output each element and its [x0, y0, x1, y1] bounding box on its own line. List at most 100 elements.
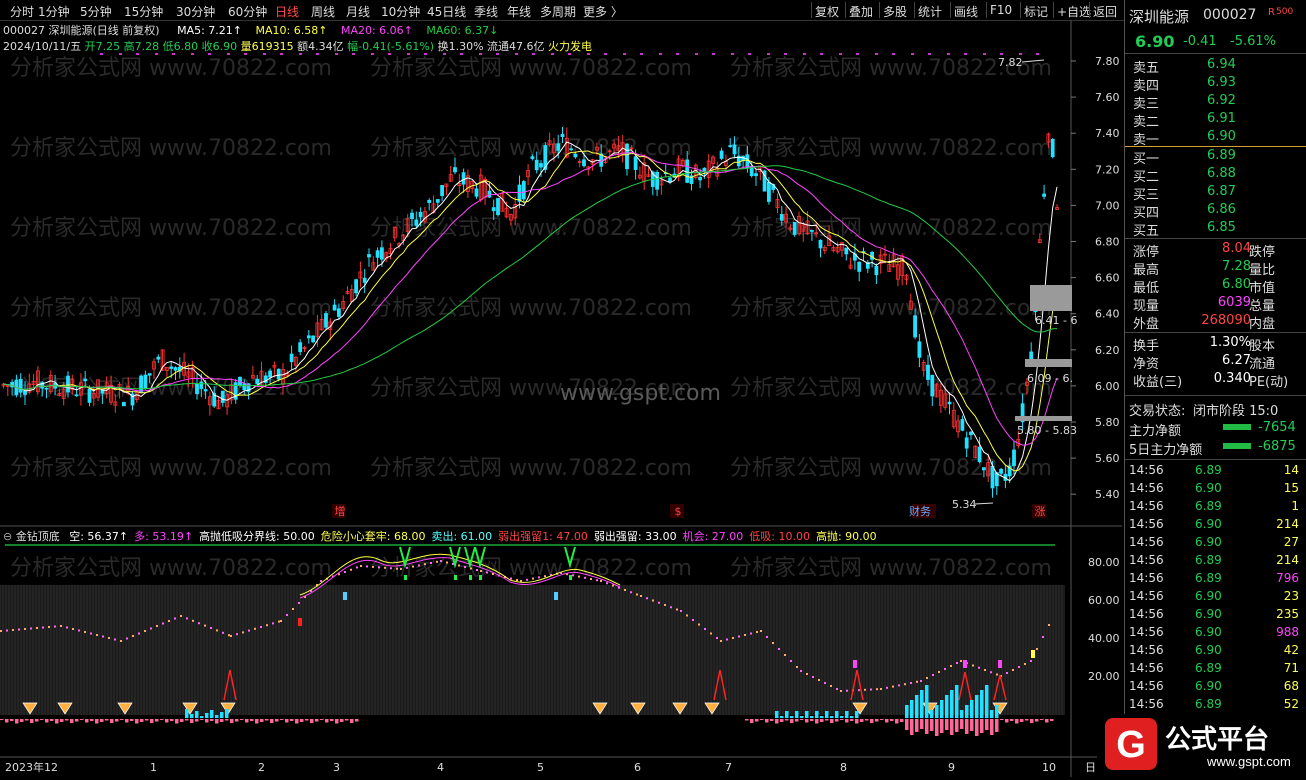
indicator-dot [880, 688, 882, 690]
period-tab[interactable]: 更多 〉 [583, 3, 623, 20]
negative-bar [165, 719, 169, 723]
candle-body [917, 341, 922, 358]
candle-body [810, 230, 814, 232]
indicator-dot [836, 688, 838, 690]
bid-row[interactable]: 买一 6.89 [1125, 147, 1306, 167]
period-tab[interactable]: 30分钟 [176, 3, 215, 20]
indicator-dot [760, 630, 762, 632]
candle-body [767, 181, 771, 202]
tick-volume: 27 [1283, 535, 1299, 549]
period-tab[interactable]: 季线 [474, 3, 498, 20]
period-tab[interactable]: 60分钟 [228, 3, 267, 20]
ask-row[interactable]: 卖四 6.93 [1125, 74, 1306, 94]
toolbar-button[interactable]: 返回 [1093, 3, 1117, 20]
candle-body [139, 375, 144, 393]
indicator-bar [830, 716, 834, 718]
negative-bar [280, 719, 284, 720]
toolbar-button[interactable]: +自选 [1057, 3, 1091, 20]
tick-time: 14:56 [1129, 607, 1164, 621]
tick-price: 6.90 [1195, 481, 1222, 495]
toolbar-button[interactable]: 复权 [815, 3, 839, 20]
negative-bar [950, 719, 954, 735]
negative-bar [870, 719, 874, 723]
indicator-bar [925, 685, 929, 718]
candle-body [220, 390, 225, 403]
period-tab[interactable]: 10分钟 [381, 3, 420, 20]
negative-bar [60, 719, 64, 722]
period-tab[interactable]: 15分钟 [124, 3, 163, 20]
kline-chart[interactable]: 分析家公式网 www.70822.com 分析家公式网 www.70822.com… [0, 20, 1122, 777]
ma10-value: MA10: 6.58↑ [255, 24, 328, 37]
toolbar-button[interactable]: 多股 [883, 3, 907, 20]
stat-row: 换手 1.30% 股本 [1125, 334, 1306, 354]
bid-row[interactable]: 买三 6.87 [1125, 183, 1306, 203]
toolbar-button[interactable]: F10 [990, 3, 1012, 17]
period-tab[interactable]: 多周期 [540, 3, 576, 20]
period-tab[interactable]: 5分钟 [80, 3, 112, 20]
indicator-dot [1036, 648, 1038, 650]
ask-row[interactable]: 卖五 6.94 [1125, 56, 1306, 76]
center-watermark: www.gspt.com [560, 381, 721, 406]
divider [1125, 332, 1306, 333]
indicator-toggle-icon[interactable]: ⊖ [3, 530, 12, 543]
indicator-bar [200, 716, 204, 718]
indicator-dot [636, 593, 638, 596]
sell-signal-tick [454, 575, 457, 580]
indicator-dot [78, 629, 80, 632]
toolbar-button[interactable]: 标记 [1024, 3, 1048, 20]
period-tab[interactable]: 周线 [311, 3, 335, 20]
indicator-dot [624, 589, 626, 591]
bid-row[interactable]: 买四 6.86 [1125, 201, 1306, 221]
candle-body [173, 367, 178, 371]
bar-open: 开7.25 [84, 40, 121, 53]
price-tick-label: 6.40 [1095, 308, 1120, 321]
indicator-dot [0, 630, 2, 632]
candle-body [418, 211, 423, 218]
indicator-name[interactable]: 金钻顶底 [16, 530, 60, 543]
watermark-text: 分析家公式网 www.70822.com [10, 136, 332, 161]
candle-body [474, 188, 479, 197]
candle-body [122, 402, 126, 407]
candle-body [44, 387, 49, 390]
tick-row: 14:56 6.90 988 [1125, 624, 1306, 642]
ask-row[interactable]: 卖三 6.92 [1125, 92, 1306, 112]
toolbar-button[interactable]: 统计 [918, 3, 942, 20]
negative-bar [305, 719, 309, 721]
indicator-bar [845, 711, 849, 718]
event-marker: 增 [335, 504, 346, 518]
toolbar-button[interactable]: 叠加 [849, 3, 873, 20]
period-tab[interactable]: 分时 [10, 3, 34, 20]
ask-row[interactable]: 卖二 6.91 [1125, 110, 1306, 130]
toolbar-button[interactable]: 画线 [954, 3, 978, 20]
indicator-value: 危险小心套牢: 68.00 [320, 530, 426, 543]
indicator-bar [815, 711, 819, 718]
negative-bar [145, 719, 149, 721]
toolbar-separator [914, 2, 915, 18]
period-tab[interactable]: 45日线 [427, 3, 466, 20]
period-tab[interactable]: 日线 [275, 3, 299, 20]
signal-dot [731, 53, 734, 55]
signal-dot [820, 53, 823, 55]
bid-row[interactable]: 买二 6.88 [1125, 165, 1306, 185]
price-tick-label: 5.40 [1095, 488, 1120, 501]
ask-row[interactable]: 卖一 6.90 [1125, 128, 1306, 148]
candle-body [999, 468, 1003, 474]
toolbar-separator [950, 2, 951, 18]
indicator-dot [646, 597, 648, 600]
indicator-dot [102, 635, 104, 638]
bid-row[interactable]: 买五 6.85 [1125, 219, 1306, 239]
candle-body [960, 419, 965, 431]
sell-signal-tick [569, 575, 572, 580]
negative-bar [910, 719, 914, 735]
candle-body [23, 390, 27, 395]
indicator-bar [950, 690, 954, 718]
negative-bar [185, 719, 189, 721]
indicator-bar [825, 711, 829, 718]
indicator-dot [784, 654, 786, 656]
period-tab[interactable]: 1分钟 [38, 3, 70, 20]
signal-block [554, 592, 558, 600]
candle-body [625, 143, 629, 170]
indicator-dot [704, 628, 706, 630]
period-tab[interactable]: 年线 [507, 3, 531, 20]
period-tab[interactable]: 月线 [346, 3, 370, 20]
